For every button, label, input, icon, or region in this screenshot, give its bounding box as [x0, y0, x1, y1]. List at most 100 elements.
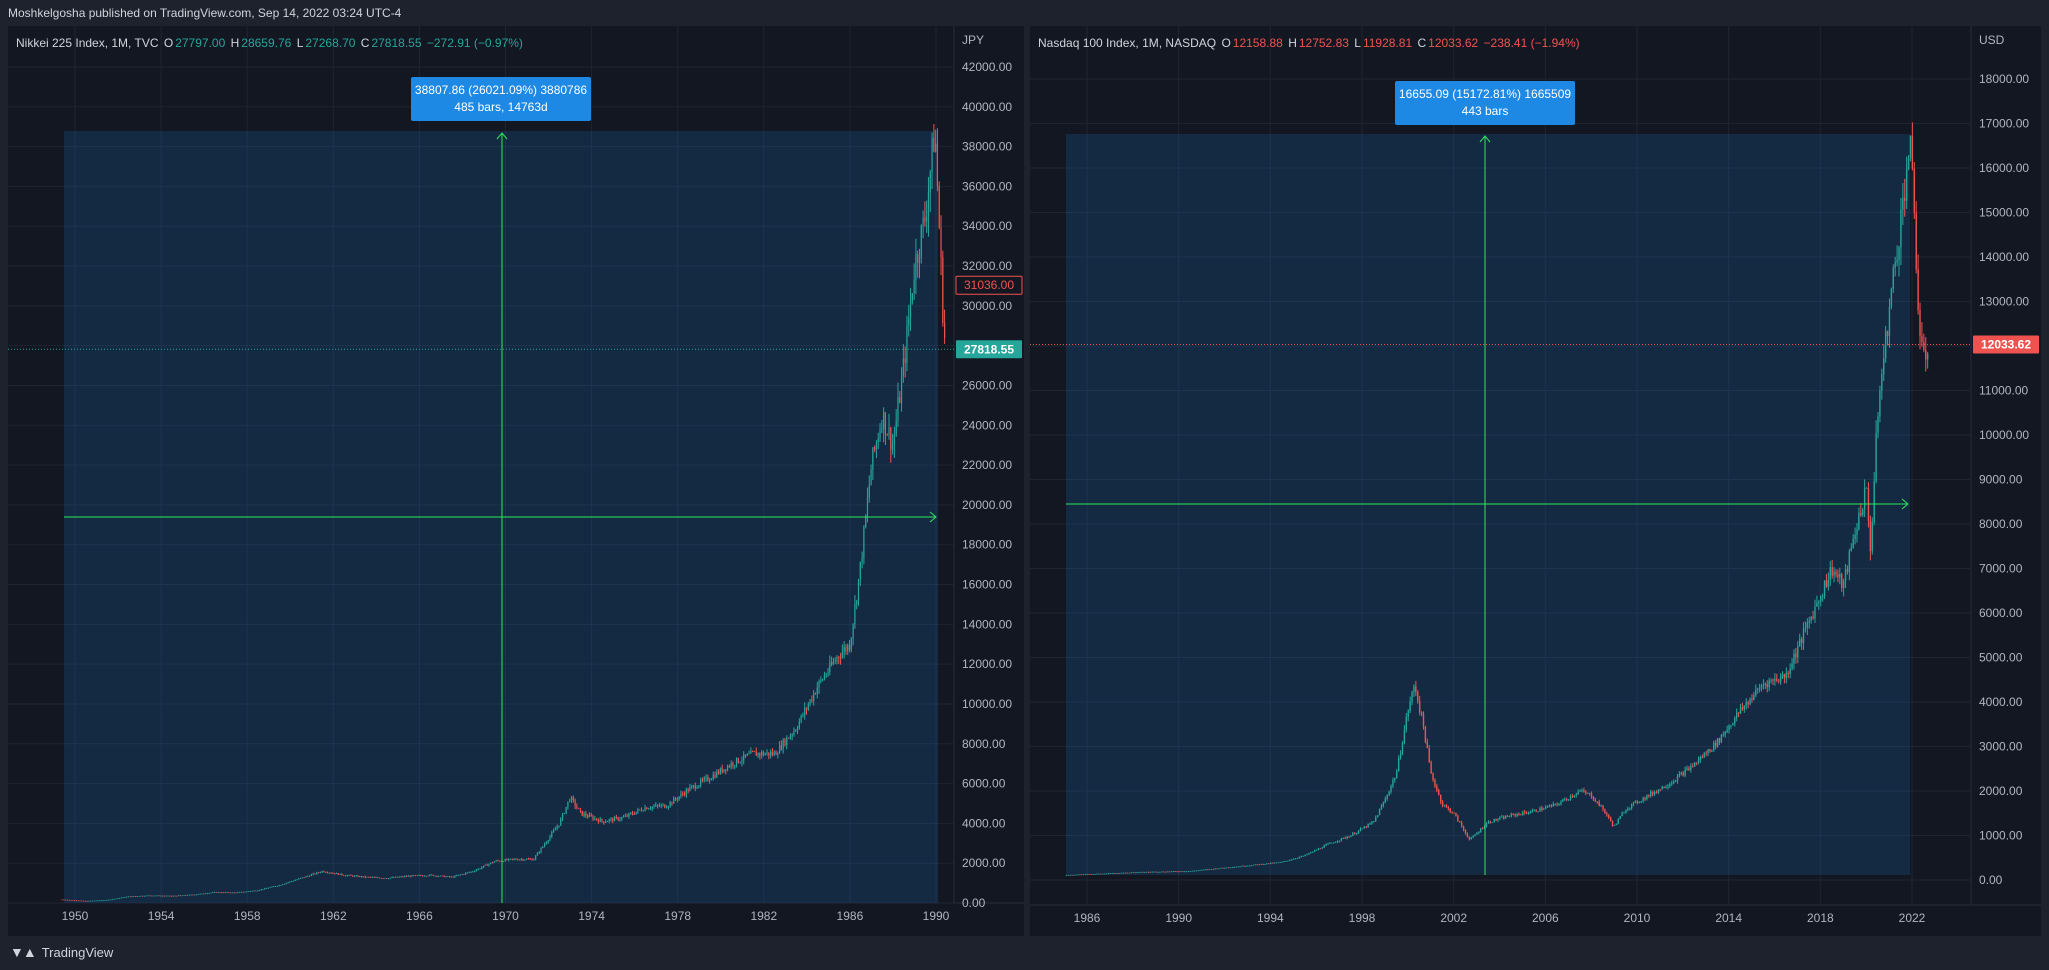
candle-body: [1176, 871, 1178, 873]
candle-body: [267, 887, 269, 889]
candle-body: [197, 894, 200, 895]
candle-body: [411, 875, 413, 877]
candle-body: [1422, 713, 1425, 727]
candle-body: [1625, 810, 1627, 813]
close-label: C: [360, 36, 370, 50]
candle-body: [1388, 791, 1390, 796]
candle-body: [1432, 773, 1434, 780]
candle-body: [870, 469, 872, 486]
tradingview-brand[interactable]: ▼▲ TradingView: [10, 944, 113, 960]
candle-body: [1262, 863, 1264, 865]
candle-body: [418, 875, 420, 876]
candle-body: [1630, 804, 1633, 809]
candle-body: [615, 817, 617, 818]
candle-body: [1434, 779, 1436, 787]
candle-body: [1279, 862, 1281, 863]
candle-body: [793, 731, 795, 735]
candle-body: [1205, 869, 1207, 871]
candle-body: [334, 873, 336, 875]
candle-body: [447, 876, 449, 878]
candle-body: [1287, 860, 1289, 862]
candle-body: [88, 900, 90, 902]
candle-body: [515, 859, 517, 860]
time-tick-label: 1950: [62, 909, 89, 923]
candle-body: [527, 858, 530, 860]
candle-body: [746, 754, 748, 756]
candle-body: [465, 872, 467, 875]
candle-body: [1808, 620, 1810, 623]
candle-body: [348, 874, 350, 876]
candle-body: [312, 873, 314, 875]
candle-body: [1201, 869, 1203, 871]
price-tick-label: 1000.00: [1979, 829, 2023, 843]
candle-body: [777, 753, 779, 755]
candle-body: [246, 891, 248, 893]
candle-body: [255, 890, 257, 892]
candle-body: [1823, 580, 1826, 597]
candle-body: [648, 808, 650, 810]
nasdaq-chart-canvas[interactable]: 0.00 1000.00 2000.00 3000.00 4000.00 5000.00 6…: [1030, 26, 2041, 936]
candle-body: [1642, 797, 1644, 802]
candle-body: [1294, 858, 1297, 860]
candle-body: [1524, 811, 1526, 813]
candle-body: [1094, 873, 1096, 875]
candle-body: [771, 752, 774, 755]
candle-body: [285, 882, 287, 884]
candle-body: [1250, 865, 1253, 867]
candle-body: [574, 800, 576, 807]
candle-body: [705, 777, 707, 779]
candle-body: [649, 808, 652, 810]
candle-body: [861, 558, 863, 563]
candle-body: [1172, 871, 1175, 873]
candle-body: [1373, 821, 1375, 823]
price-tick-label: 26000.00: [962, 378, 1012, 392]
candle-body: [1818, 601, 1820, 603]
candle-body: [651, 806, 653, 809]
candle-body: [628, 813, 630, 817]
candle-body: [1151, 871, 1154, 873]
symbol-name: Nikkei 225 Index, 1M, TVC: [16, 36, 159, 50]
price-tick-label: 14000.00: [1979, 250, 2029, 264]
candle-body: [710, 779, 713, 781]
low-label: L: [1354, 36, 1361, 50]
candle-body: [386, 878, 388, 880]
price-tick-label: 6000.00: [1979, 606, 2023, 620]
candle-body: [721, 768, 723, 773]
candle-body: [1313, 850, 1316, 852]
candle-body: [491, 862, 494, 864]
nasdaq-chart-panel[interactable]: 0.00 1000.00 2000.00 3000.00 4000.00 5000.00 6…: [1030, 26, 2041, 936]
candle-body: [1090, 874, 1092, 875]
candle-body: [612, 818, 614, 822]
candle-body: [111, 899, 113, 901]
candle-body: [1067, 874, 1069, 876]
candle-body: [1789, 668, 1791, 674]
candle-body: [436, 875, 438, 877]
nikkei-chart-panel[interactable]: 0.00 2000.00 4000.00 6000.00 8000.00 10000.00…: [8, 26, 1024, 936]
candle-body: [786, 737, 788, 746]
nikkei-chart-canvas[interactable]: 0.00 2000.00 4000.00 6000.00 8000.00 10000.00…: [8, 26, 1024, 936]
candle-body: [330, 872, 332, 874]
candle-body: [1185, 871, 1188, 873]
candle-body: [583, 813, 585, 816]
candle-body: [551, 832, 553, 837]
candle-body: [382, 878, 384, 879]
candle-body: [703, 778, 705, 781]
time-tick-label: 1990: [1165, 911, 1192, 925]
candle-body: [1428, 748, 1430, 763]
candle-body: [371, 877, 374, 878]
candle-body: [1718, 738, 1721, 743]
time-tick-label: 1958: [234, 909, 261, 923]
candle-body: [687, 789, 689, 792]
candle-body: [127, 896, 130, 898]
candle-body: [1397, 757, 1400, 772]
candle-body: [933, 138, 935, 152]
candle-body: [264, 888, 266, 890]
high-value: 28659.76: [241, 36, 292, 50]
candle-body: [93, 900, 95, 902]
candle-body: [380, 878, 382, 879]
candle-body: [90, 900, 92, 902]
candle-body: [522, 859, 524, 861]
price-tick-label: 30000.00: [962, 299, 1012, 313]
candle-body: [1291, 859, 1293, 861]
candle-body: [249, 891, 252, 893]
